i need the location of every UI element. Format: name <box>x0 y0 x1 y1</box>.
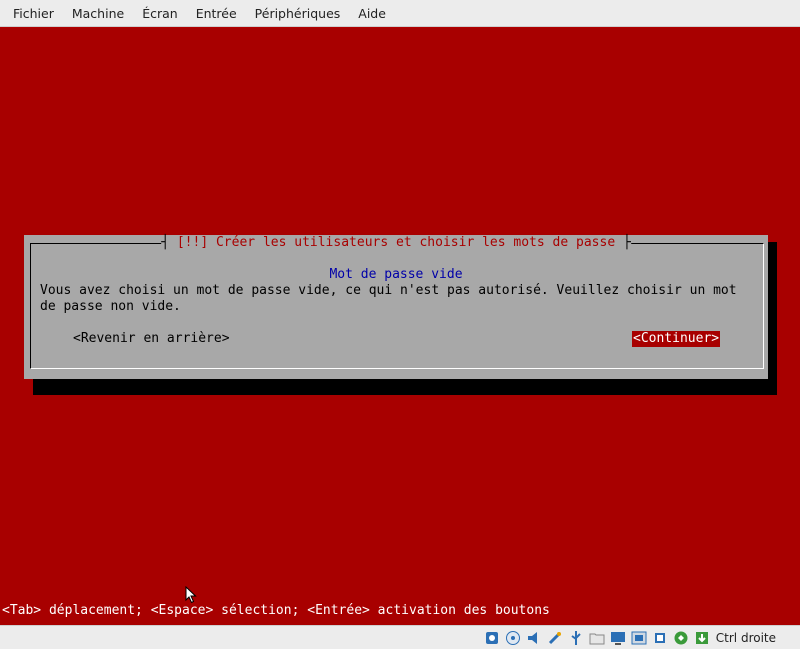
continue-button[interactable]: <Continuer> <box>632 331 721 347</box>
mouse-integration-icon[interactable] <box>673 630 689 646</box>
dialog-subtitle: Mot de passe vide <box>329 267 463 282</box>
shared-folder-icon[interactable] <box>589 630 605 646</box>
help-line: <Tab> déplacement; <Espace> sélection; <… <box>2 603 550 618</box>
installer-dialog: ┤ [!!] Créer les utilisateurs et choisir… <box>24 235 768 379</box>
menu-entree[interactable]: Entrée <box>187 0 246 27</box>
cpu-icon[interactable] <box>652 630 668 646</box>
menu-ecran[interactable]: Écran <box>133 0 187 27</box>
vm-menubar: Fichier Machine Écran Entrée Périphériqu… <box>0 0 800 27</box>
menu-peripheriques[interactable]: Périphériques <box>246 0 350 27</box>
menu-machine[interactable]: Machine <box>63 0 133 27</box>
audio-icon[interactable] <box>526 630 542 646</box>
host-key-label: Ctrl droite <box>715 630 776 645</box>
video-capture-icon[interactable] <box>631 630 647 646</box>
back-button[interactable]: <Revenir en arrière> <box>73 331 230 347</box>
display-icon[interactable] <box>610 630 626 646</box>
dialog-title: ┤ [!!] Créer les utilisateurs et choisir… <box>161 235 631 251</box>
usb-icon[interactable] <box>568 630 584 646</box>
hard-disk-icon[interactable] <box>484 630 500 646</box>
optical-drive-icon[interactable] <box>505 630 521 646</box>
menu-fichier[interactable]: Fichier <box>4 0 63 27</box>
mouse-pointer-icon <box>185 586 197 604</box>
menu-aide[interactable]: Aide <box>349 0 395 27</box>
vm-statusbar: Ctrl droite <box>0 625 800 649</box>
vm-screen[interactable]: ┤ [!!] Créer les utilisateurs et choisir… <box>0 28 800 625</box>
network-icon[interactable] <box>547 630 563 646</box>
keyboard-capture-icon[interactable] <box>694 630 710 646</box>
dialog-message: Vous avez choisi un mot de passe vide, c… <box>40 283 737 314</box>
